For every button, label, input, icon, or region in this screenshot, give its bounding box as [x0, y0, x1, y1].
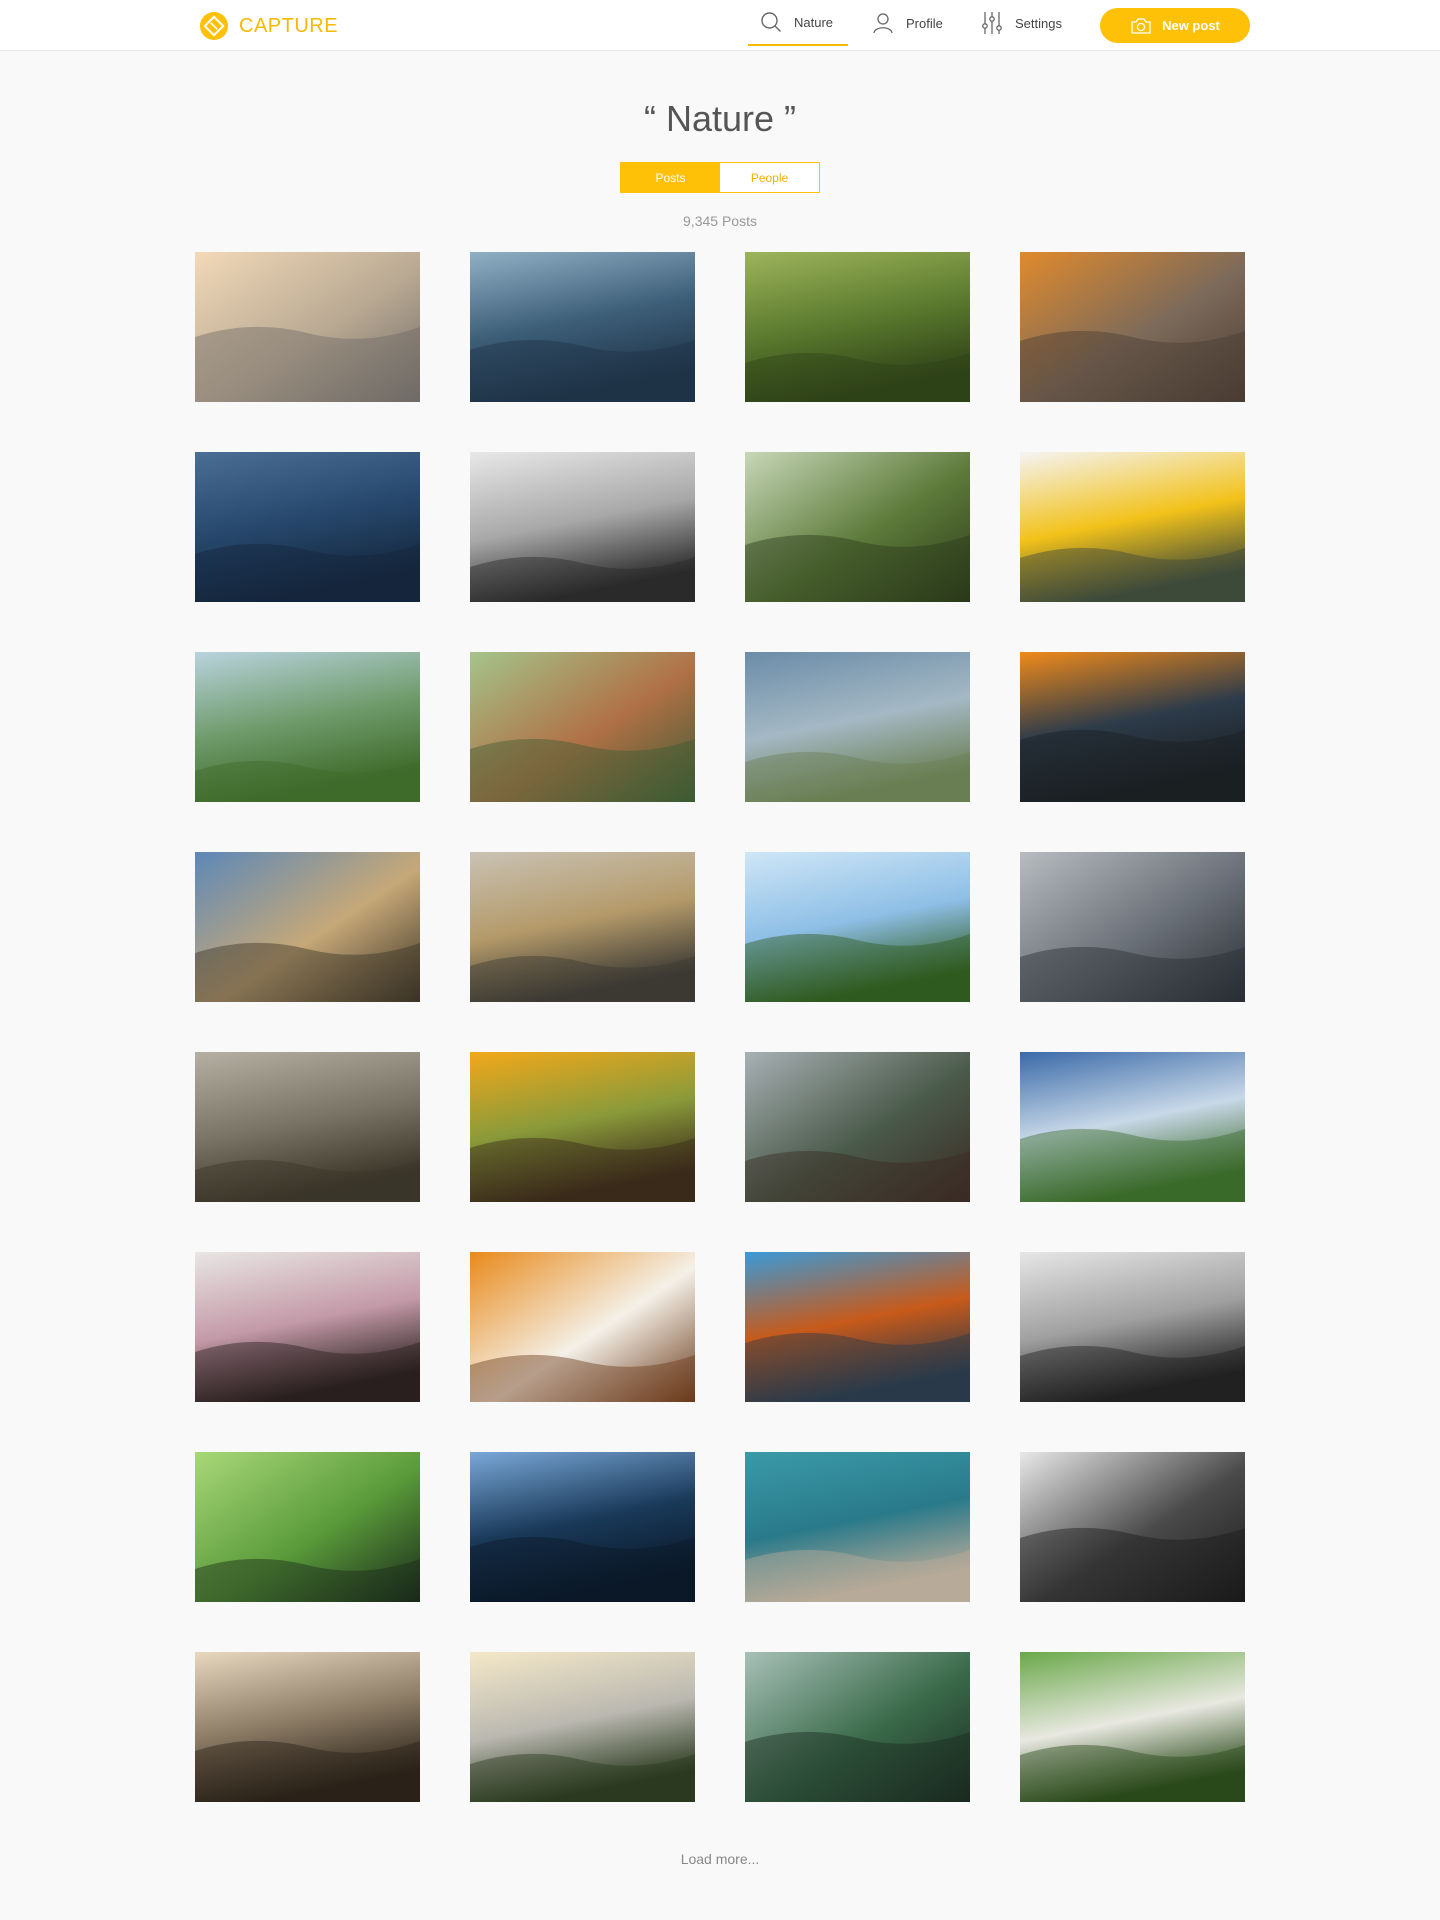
photo-image [470, 1052, 695, 1202]
nav-item-label: Profile [906, 15, 943, 31]
photo-thumbnail[interactable] [745, 1652, 970, 1802]
new-post-button[interactable]: New post [1100, 8, 1250, 43]
photo-thumbnail[interactable] [470, 852, 695, 1002]
photo-thumbnail[interactable] [470, 652, 695, 802]
photo-image [195, 1452, 420, 1602]
user-icon [873, 13, 893, 34]
photo-thumbnail[interactable] [745, 1252, 970, 1402]
photo-thumbnail[interactable] [1020, 1252, 1245, 1402]
photo-image [470, 852, 695, 1002]
photo-image [470, 1452, 695, 1602]
search-query-title: “ Nature ” [643, 98, 797, 139]
photo-image [1020, 452, 1245, 602]
photo-thumbnail[interactable] [470, 252, 695, 402]
photo-thumbnail[interactable] [745, 852, 970, 1002]
brand-name: CAPTURE [239, 14, 339, 37]
photo-thumbnail[interactable] [470, 1052, 695, 1202]
photo-thumbnail[interactable] [195, 452, 420, 602]
photo-thumbnail[interactable] [745, 1452, 970, 1602]
photo-thumbnail[interactable] [1020, 452, 1245, 602]
photo-image [745, 1252, 970, 1402]
photo-image [470, 652, 695, 802]
photo-image [195, 252, 420, 402]
photo-image [745, 1652, 970, 1802]
photo-thumbnail[interactable] [1020, 1452, 1245, 1602]
load-more-link[interactable]: Load more... [0, 1851, 1440, 1867]
photo-image [195, 452, 420, 602]
photo-grid [195, 252, 1245, 1802]
photo-thumbnail[interactable] [195, 1052, 420, 1202]
photo-thumbnail[interactable] [195, 1252, 420, 1402]
photo-image [195, 1652, 420, 1802]
photo-thumbnail[interactable] [470, 1452, 695, 1602]
photo-thumbnail[interactable] [470, 452, 695, 602]
photo-image [195, 852, 420, 1002]
photo-thumbnail[interactable] [745, 252, 970, 402]
nav-item-settings[interactable]: Settings [981, 0, 1062, 46]
photo-image [1020, 1052, 1245, 1202]
photo-thumbnail[interactable] [195, 852, 420, 1002]
photo-image [195, 1252, 420, 1402]
photo-image [470, 1252, 695, 1402]
capture-logo-icon [200, 12, 228, 40]
tab-people[interactable]: People [720, 163, 819, 192]
results-type-toggle: Posts People [620, 162, 820, 193]
photo-thumbnail[interactable] [470, 1252, 695, 1402]
sliders-icon [982, 12, 1002, 34]
photo-image [1020, 852, 1245, 1002]
photo-thumbnail[interactable] [1020, 1652, 1245, 1802]
photo-thumbnail[interactable] [195, 252, 420, 402]
photo-thumbnail[interactable] [195, 1652, 420, 1802]
photo-thumbnail[interactable] [745, 452, 970, 602]
camera-icon [1131, 17, 1151, 34]
photo-image [745, 1452, 970, 1602]
photo-thumbnail[interactable] [745, 1052, 970, 1202]
photo-image [1020, 652, 1245, 802]
photo-image [1020, 1652, 1245, 1802]
photo-image [195, 1052, 420, 1202]
photo-image [745, 1052, 970, 1202]
nav-item-label: Nature [794, 14, 834, 30]
photo-image [745, 252, 970, 402]
nav-item-nature[interactable]: Nature [748, 0, 848, 46]
photo-thumbnail[interactable] [745, 652, 970, 802]
photo-image [1020, 1452, 1245, 1602]
photo-image [745, 852, 970, 1002]
photo-image [470, 1652, 695, 1802]
tab-posts[interactable]: Posts [621, 163, 720, 192]
photo-image [1020, 252, 1245, 402]
photo-thumbnail[interactable] [195, 1452, 420, 1602]
photo-image [1020, 1252, 1245, 1402]
photo-image [195, 652, 420, 802]
photo-thumbnail[interactable] [470, 1652, 695, 1802]
photo-thumbnail[interactable] [1020, 652, 1245, 802]
nav-item-label: Settings [1015, 15, 1062, 31]
post-count: 9,345 Posts [683, 213, 757, 229]
new-post-label: New post [1162, 18, 1220, 33]
photo-image [470, 452, 695, 602]
brand-logo[interactable]: CAPTURE [199, 11, 338, 41]
search-icon [761, 12, 781, 32]
photo-image [470, 252, 695, 402]
photo-thumbnail[interactable] [1020, 1052, 1245, 1202]
photo-image [745, 452, 970, 602]
top-bar: CAPTURE Nature Profile Settings New post [0, 0, 1440, 51]
photo-thumbnail[interactable] [1020, 252, 1245, 402]
nav-item-profile[interactable]: Profile [872, 0, 943, 46]
photo-image [745, 652, 970, 802]
photo-thumbnail[interactable] [1020, 852, 1245, 1002]
photo-thumbnail[interactable] [195, 652, 420, 802]
